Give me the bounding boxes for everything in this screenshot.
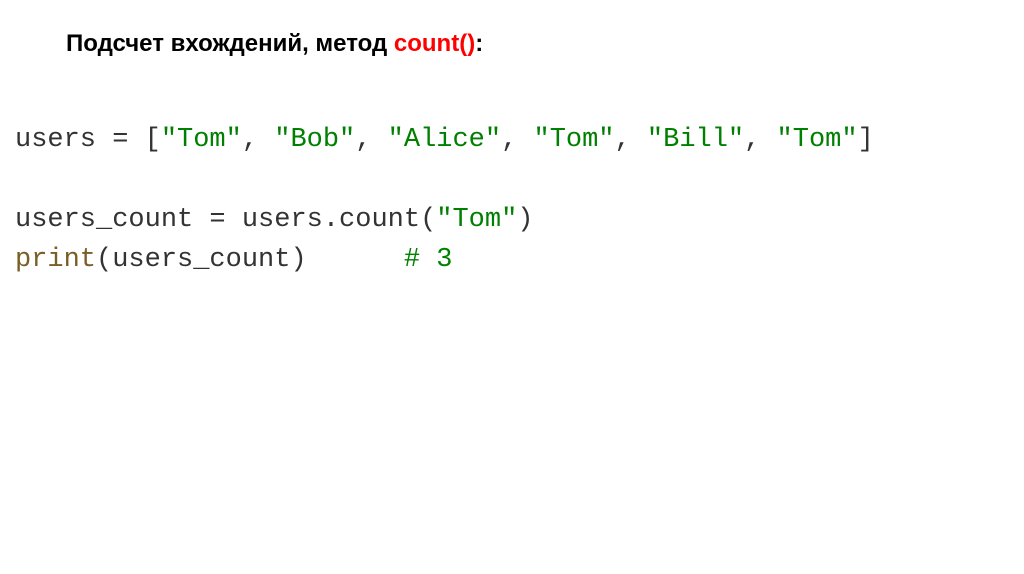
code-string: "Tom" xyxy=(161,125,242,155)
code-line-4: print(users_count) # 3 xyxy=(15,245,452,275)
code-text: , xyxy=(744,125,776,155)
code-block: users = ["Tom", "Bob", "Alice", "Tom", "… xyxy=(15,120,874,280)
heading-prefix: Подсчет вхождений, метод xyxy=(66,30,394,57)
heading-method: count() xyxy=(394,30,475,57)
code-function: print xyxy=(15,245,96,275)
heading-suffix: : xyxy=(475,30,483,57)
code-string: "Bill" xyxy=(647,125,744,155)
code-text: , xyxy=(355,125,387,155)
code-text: , xyxy=(242,125,274,155)
slide-heading: Подсчет вхождений, метод count(): xyxy=(66,30,483,58)
code-text: ] xyxy=(858,125,874,155)
code-line-1: users = ["Tom", "Bob", "Alice", "Tom", "… xyxy=(15,125,874,155)
slide: Подсчет вхождений, метод count(): users … xyxy=(0,0,1024,574)
code-string: "Tom" xyxy=(436,205,517,235)
code-text: (users_count) xyxy=(96,245,404,275)
code-string: "Tom" xyxy=(777,125,858,155)
code-text: ) xyxy=(517,205,533,235)
code-text: , xyxy=(501,125,533,155)
code-string: "Alice" xyxy=(388,125,501,155)
code-string: "Bob" xyxy=(274,125,355,155)
code-line-3: users_count = users.count("Tom") xyxy=(15,205,534,235)
code-text: , xyxy=(615,125,647,155)
code-comment: # 3 xyxy=(404,245,453,275)
code-text: users_count = users.count( xyxy=(15,205,436,235)
code-string: "Tom" xyxy=(534,125,615,155)
code-text: users = [ xyxy=(15,125,161,155)
